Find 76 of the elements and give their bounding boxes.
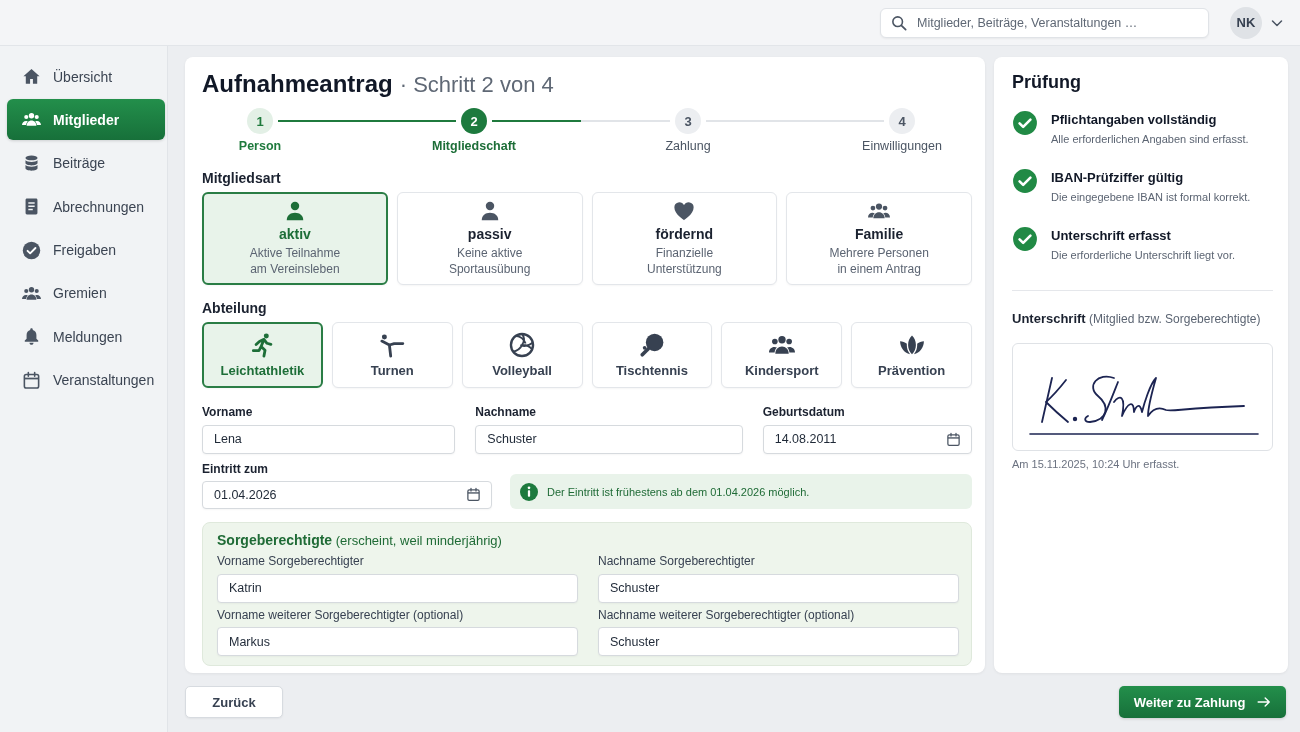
panel-heading: Sorgeberechtigte (erscheint, weil minderjährig) [217, 531, 503, 550]
calendar-icon[interactable] [946, 431, 961, 447]
step-circle: 1 [247, 108, 273, 134]
field-label: Vorname Sorgeberechtigter [217, 554, 365, 569]
info-icon [520, 482, 538, 501]
check-title: Unterschrift erfasst [1051, 228, 1172, 244]
department-option[interactable]: Prävention [851, 322, 972, 388]
bell-icon [22, 327, 41, 347]
search-field[interactable]: Mitglieder, Beiträge, Veranstaltungen … [880, 7, 1209, 38]
sidebar-item[interactable]: Abrechnungen [7, 186, 165, 228]
membership-option[interactable]: Familie Mehrere Personen in einem Antrag [786, 192, 972, 285]
text-field[interactable]: Markus [217, 627, 578, 656]
membership-option[interactable]: fördernd Finanzielle Unterstützung [591, 192, 778, 285]
field-label: Nachname [475, 405, 538, 420]
section-label: Abteilung [202, 299, 268, 317]
membership-option[interactable]: aktiv Aktive Teilnahme am Vereinsleben [202, 192, 388, 285]
section-label: Mitgliedsart [202, 169, 282, 187]
date-field[interactable]: 01.04.2026 [202, 481, 492, 509]
heart-icon [673, 200, 696, 222]
department-option[interactable]: Turnen [331, 322, 453, 388]
step-circle: 4 [889, 108, 915, 134]
signature-field[interactable] [1012, 343, 1273, 451]
field-label: Geburtsdatum [762, 405, 846, 420]
next-button[interactable]: Weiter zu Zahlung [1119, 686, 1286, 718]
info-text: Der Eintritt ist frühestens ab dem 01.04.2026 möglich. [547, 485, 810, 498]
check-description: Die eingegebene IBAN ist formal korrekt. [1051, 190, 1251, 204]
home-icon [22, 67, 41, 86]
arrow-right-icon [1257, 695, 1272, 709]
text-field[interactable]: Lena [202, 424, 456, 454]
department-option[interactable]: Kindersport [721, 322, 843, 388]
search-icon [891, 14, 907, 31]
sidebar-item[interactable]: Meldungen [7, 316, 165, 358]
back-button[interactable]: Zurück [185, 686, 283, 718]
database-icon [22, 153, 41, 173]
page-title: Aufnahmeantrag [202, 69, 393, 99]
date-field[interactable]: 14.08.2011 [762, 424, 972, 454]
sidebar-item[interactable]: Beiträge [7, 142, 165, 184]
check-title: Pflichtangaben vollständig [1051, 112, 1218, 128]
panel-title: Prüfung [1012, 71, 1082, 93]
check-title: IBAN-Prüfziffer gültig [1051, 170, 1185, 186]
text-field[interactable]: Schuster [475, 424, 743, 454]
calendar-icon[interactable] [466, 487, 481, 502]
text-field[interactable]: Schuster [598, 627, 959, 656]
check-description: Alle erforderlichen Angaben sind erfasst. [1051, 132, 1249, 146]
check-description: Die erforderliche Unterschrift liegt vor. [1051, 248, 1235, 262]
sidebar-item[interactable]: Mitglieder [7, 99, 165, 141]
step-circle: 3 [675, 108, 701, 134]
user-avatar[interactable]: NK [1230, 6, 1262, 39]
sidebar-item[interactable]: Veranstaltungen [7, 359, 165, 401]
field-label: Vorname [202, 405, 254, 420]
department-option[interactable]: Tischtennis [591, 322, 713, 388]
gymnast-icon [379, 332, 406, 358]
field-label: Nachname Sorgeberechtigter [598, 554, 756, 569]
step-circle: 2 [461, 108, 487, 134]
sidebar-item[interactable]: Gremien [7, 272, 165, 314]
department-option[interactable]: Leichtathletik [202, 322, 323, 388]
field-label: Vorname weiterer Sorgeberechtigter (optional) [217, 607, 465, 623]
signature-label: Unterschrift (Mitglied bzw. Sorgeberechtigte) [1012, 311, 1262, 327]
volleyball-icon [509, 332, 536, 358]
field-label: Nachname weiterer Sorgeberechtigter (optional) [598, 607, 856, 623]
step-label: Person [238, 139, 282, 154]
calendar-icon [22, 370, 41, 390]
step-label: Einwilligungen [862, 139, 942, 154]
paddle-icon [638, 332, 665, 358]
text-field[interactable]: Katrin [217, 573, 578, 603]
field-label: Eintritt zum [202, 461, 269, 477]
membership-option[interactable]: passiv Keine aktive Sportausübung [396, 192, 583, 285]
sidebar-item[interactable]: Übersicht [7, 56, 165, 97]
step-label: Mitgliedschaft [432, 139, 517, 154]
signature-timestamp: Am 15.11.2025, 10:24 Uhr erfasst. [1012, 457, 1181, 471]
check-circle-icon [22, 240, 41, 260]
sidebar-item[interactable]: Freigaben [7, 229, 165, 271]
department-option[interactable]: Volleyball [461, 322, 583, 388]
text-field[interactable]: Schuster [598, 573, 959, 603]
step-indicator: · Schritt 2 von 4 [399, 72, 554, 98]
step-label: Zahlung [665, 139, 711, 154]
